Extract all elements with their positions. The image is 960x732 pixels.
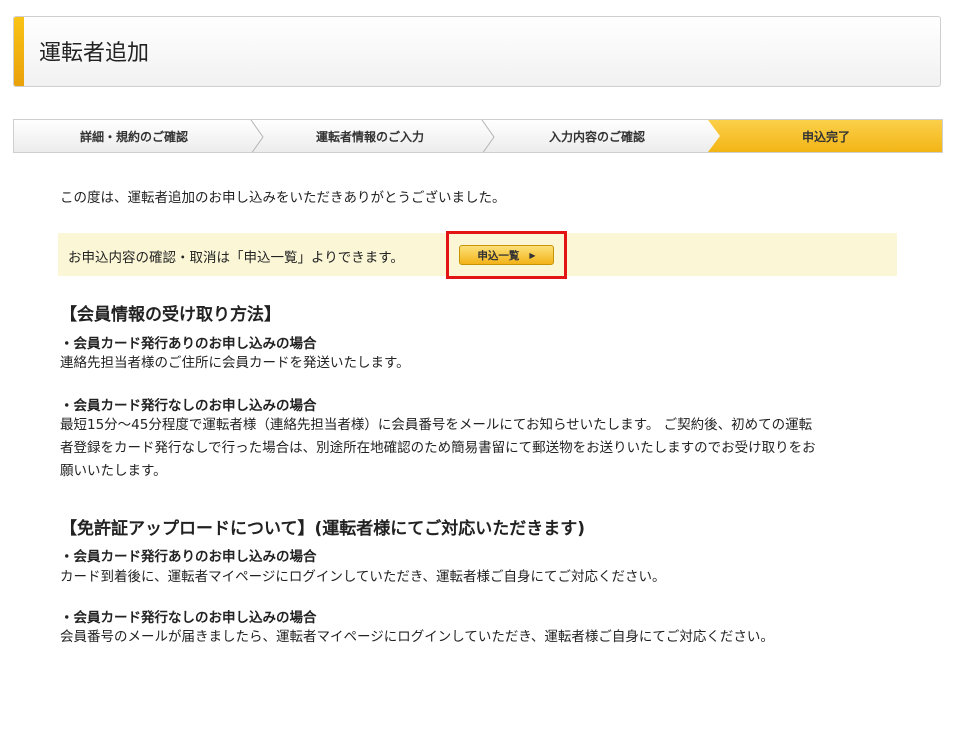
page-title: 運転者追加: [39, 41, 150, 66]
step-details-terms: 詳細・規約のご確認: [14, 120, 254, 152]
application-list-button-label: 申込一覧: [477, 249, 520, 262]
step-driver-info: 運転者情報のご入力: [254, 120, 486, 152]
step-complete: 申込完了: [708, 120, 942, 152]
text-card-issued-upload: カード到着後に、運転者マイページにログインしていただき、運転者様ご自身にてご対応…: [60, 569, 666, 585]
subheading-card-issued-upload: ・会員カード発行ありのお申し込みの場合: [60, 549, 317, 565]
text-no-card-line-3: 願いいたします。: [60, 463, 167, 479]
section-heading-license-upload: 【免許証アップロードについて】(運転者様にてご対応いただきます): [60, 519, 586, 539]
step-label: 詳細・規約のご確認: [79, 129, 188, 144]
subheading-card-issued: ・会員カード発行ありのお申し込みの場合: [60, 336, 317, 352]
notice-text: お申込内容の確認・取消は「申込一覧」よりできます。: [68, 250, 404, 266]
application-list-button[interactable]: 申込一覧 ▶: [459, 245, 554, 265]
text-no-card-upload: 会員番号のメールが届きましたら、運転者マイページにログインしていただき、運転者様…: [60, 629, 774, 645]
text-no-card-line-2: 者登録をカード発行なしで行った場合は、別途所在地確認のため簡易書留にて郵送物をお…: [60, 440, 816, 456]
play-arrow-icon: ▶: [529, 250, 536, 260]
step-label: 入力内容のご確認: [548, 129, 645, 144]
title-accent-bar: [14, 17, 24, 86]
subheading-no-card-upload: ・会員カード発行なしのお申し込みの場合: [60, 610, 317, 626]
page-header: 運転者追加: [13, 16, 941, 87]
subheading-no-card: ・会員カード発行なしのお申し込みの場合: [60, 398, 317, 414]
text-no-card-line-1: 最短15分〜45分程度で運転者様（連絡先担当者様）に会員番号をメールにてお知らせ…: [60, 417, 813, 433]
thank-you-message: この度は、運転者追加のお申し込みをいただきありがとうございました。: [60, 190, 506, 206]
progress-steps: 詳細・規約のご確認 運転者情報のご入力 入力内容のご確認 申込完了: [13, 119, 943, 153]
section-heading-member-info: 【会員情報の受け取り方法】: [60, 305, 281, 325]
step-label: 申込完了: [801, 129, 850, 144]
step-label: 運転者情報のご入力: [315, 129, 424, 144]
text-card-issued: 連絡先担当者様のご住所に会員カードを発送いたします。: [60, 355, 410, 371]
step-confirm-input: 入力内容のご確認: [486, 120, 708, 152]
